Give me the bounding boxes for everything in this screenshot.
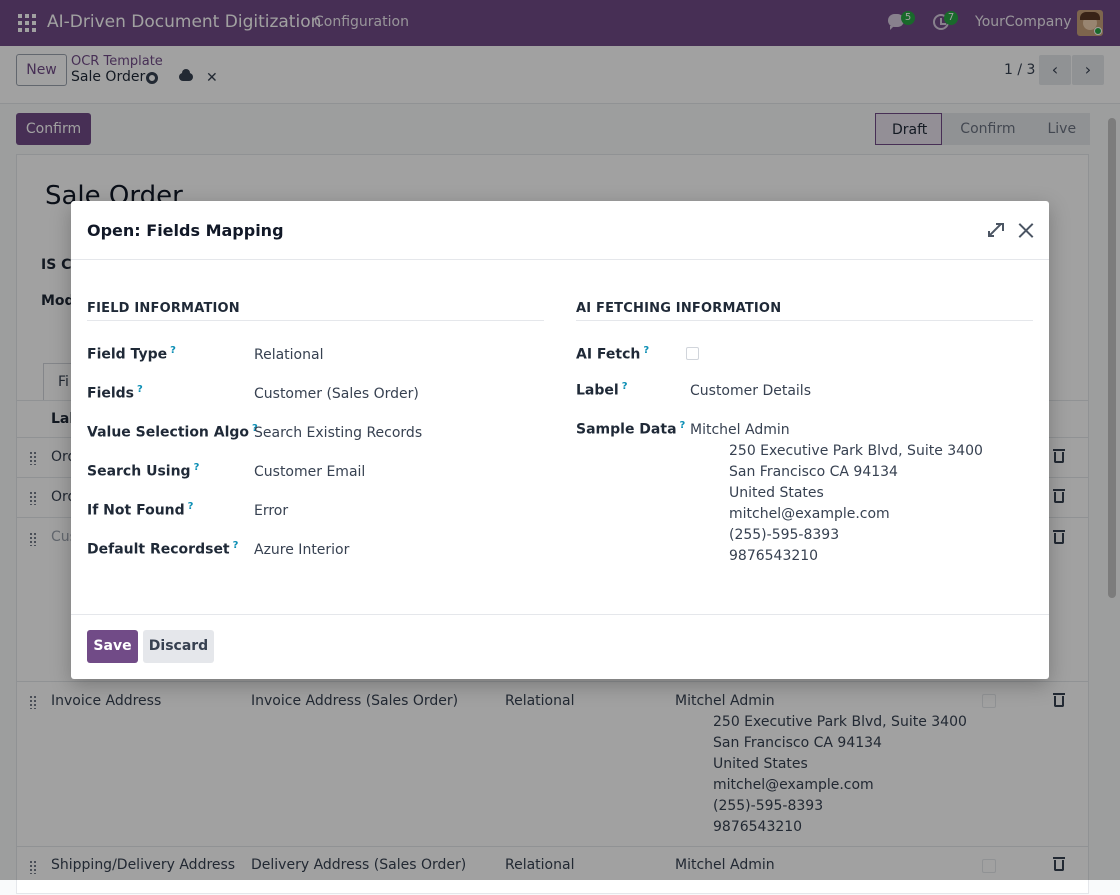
discard-button[interactable]: Discard <box>143 630 214 663</box>
value-default-recordset[interactable]: Azure Interior <box>254 542 349 558</box>
dialog-header: Open: Fields Mapping <box>71 201 1049 260</box>
sample-data-line: United States <box>729 485 824 501</box>
value-label[interactable]: Customer Details <box>690 383 811 399</box>
value-search-using[interactable]: Customer Email <box>254 464 365 480</box>
dialog-title: Open: Fields Mapping <box>87 221 284 240</box>
label-if-not-found: If Not Found? <box>87 501 194 519</box>
help-icon: ? <box>643 345 650 356</box>
value-fields[interactable]: Customer (Sales Order) <box>254 386 419 402</box>
help-icon: ? <box>187 501 194 512</box>
expand-icon[interactable] <box>988 223 1004 237</box>
label-fields: Fields? <box>87 384 143 402</box>
label-value-selection-algo: Value Selection Algo? <box>87 423 258 441</box>
save-button[interactable]: Save <box>87 630 138 663</box>
ai-fetching-title: AI FETCHING INFORMATION <box>576 301 782 316</box>
dialog-footer: Save Discard <box>71 614 1049 679</box>
value-value-selection-algo[interactable]: Search Existing Records <box>254 425 422 441</box>
label-ai-fetch: AI Fetch? <box>576 345 650 363</box>
sample-data-line: (255)-595-8393 <box>729 527 840 543</box>
label-sample-data: Sample Data? <box>576 420 686 438</box>
help-icon: ? <box>193 462 200 473</box>
field-information-divider <box>87 320 544 321</box>
label-field-type: Field Type? <box>87 345 176 363</box>
ai-fetching-divider <box>576 320 1033 321</box>
ai-fetch-checkbox[interactable] <box>686 347 699 360</box>
label-label: Label? <box>576 381 628 399</box>
help-icon: ? <box>621 381 628 392</box>
help-icon: ? <box>679 420 686 431</box>
field-information-title: FIELD INFORMATION <box>87 301 240 316</box>
sample-data-line: San Francisco CA 94134 <box>729 464 898 480</box>
close-icon[interactable] <box>1016 220 1036 240</box>
help-icon: ? <box>137 384 143 395</box>
sample-data-name[interactable]: Mitchel Admin <box>690 422 790 438</box>
help-icon: ? <box>170 345 176 356</box>
value-field-type[interactable]: Relational <box>254 347 323 363</box>
label-search-using: Search Using? <box>87 462 200 480</box>
help-icon: ? <box>232 540 239 551</box>
value-if-not-found[interactable]: Error <box>254 503 288 519</box>
fields-mapping-dialog: Open: Fields Mapping FIELD INFORMATION F… <box>71 201 1049 679</box>
sample-data-line: 9876543210 <box>729 548 819 564</box>
label-default-recordset: Default Recordset? <box>87 540 239 558</box>
sample-data-line: mitchel@example.com <box>729 506 890 522</box>
sample-data-line: 250 Executive Park Blvd, Suite 3400 <box>729 443 983 459</box>
